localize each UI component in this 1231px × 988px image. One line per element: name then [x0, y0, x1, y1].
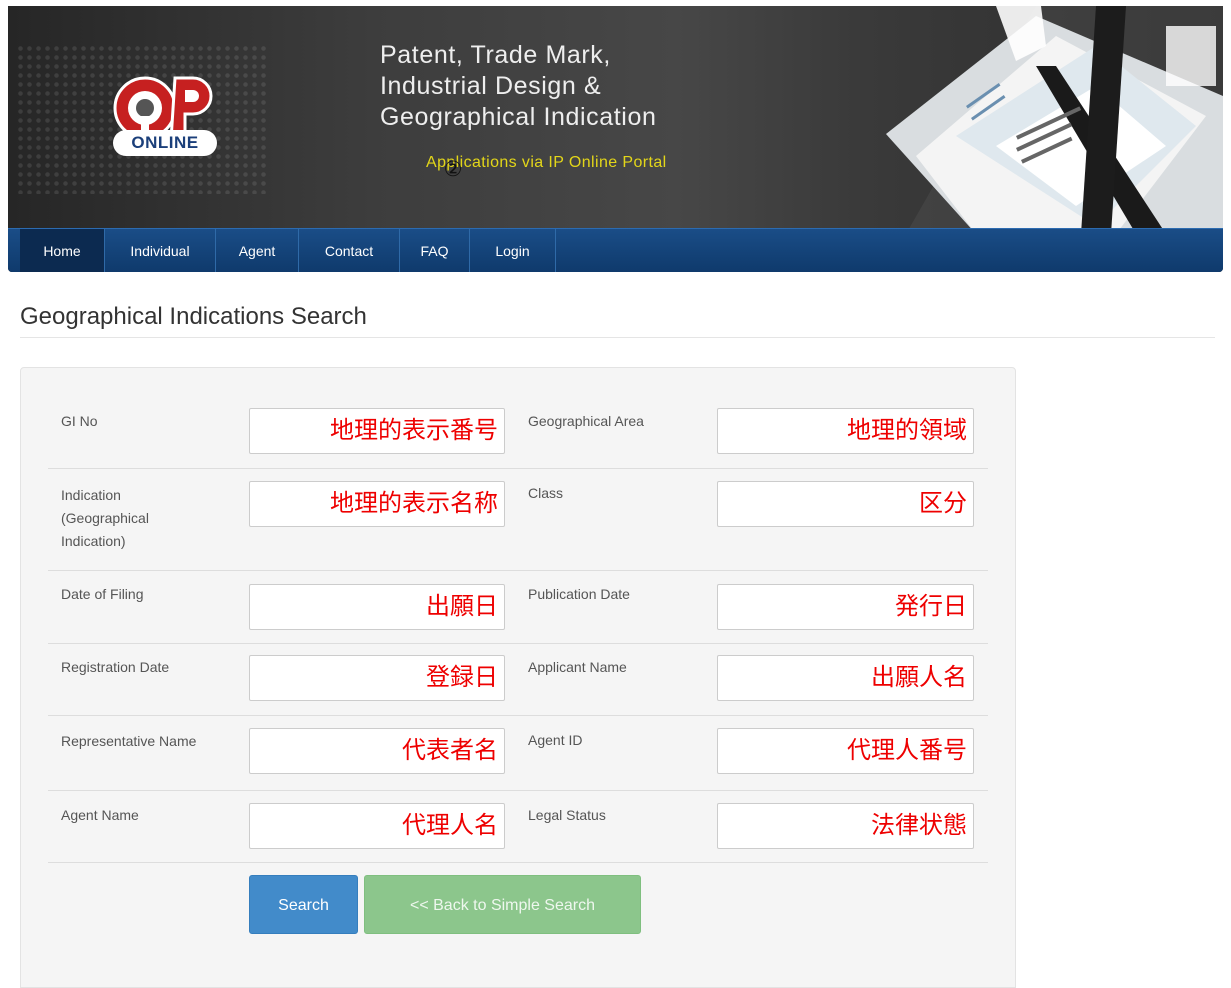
nav-agent[interactable]: Agent — [216, 229, 299, 272]
registration-date-value: 登録日 — [426, 664, 498, 691]
title-divider — [20, 337, 1215, 338]
label-indication: Indication (Geographical Indication) — [61, 487, 149, 549]
geographical-area-value: 地理的領域 — [847, 417, 967, 444]
date-of-filing-value: 出願日 — [426, 593, 498, 620]
gi-no-input[interactable]: 地理的表示番号 — [249, 408, 505, 454]
agent-name-value: 代理人名 — [402, 812, 498, 839]
header-tagline: Patent, Trade Mark, Industrial Design & … — [380, 40, 656, 133]
logo-text: ONLINE — [131, 133, 199, 152]
label-legal-status: Legal Status — [528, 807, 606, 823]
agent-id-value: 代理人番号 — [847, 737, 967, 764]
row-divider — [48, 862, 988, 863]
nav-home[interactable]: Home — [20, 229, 105, 272]
gi-no-value: 地理的表示番号 — [330, 417, 498, 444]
nav-contact[interactable]: Contact — [299, 229, 400, 272]
label-representative-name: Representative Name — [61, 733, 197, 749]
class-value: 区分 — [919, 490, 967, 517]
label-gi-no: GI No — [61, 413, 98, 429]
circled-number-mark: ② — [443, 158, 463, 181]
geographical-area-input[interactable]: 地理的領域 — [717, 408, 974, 454]
tagline-line-2: Industrial Design & — [380, 72, 602, 100]
search-button[interactable]: Search — [249, 875, 358, 934]
agent-name-input[interactable]: 代理人名 — [249, 803, 505, 849]
label-date-of-filing: Date of Filing — [61, 586, 144, 602]
row-divider — [48, 570, 988, 571]
agent-id-input[interactable]: 代理人番号 — [717, 728, 974, 774]
row-divider — [48, 468, 988, 469]
logo-graphic — [113, 76, 217, 156]
legal-status-value: 法律状態 — [871, 812, 967, 839]
label-publication-date: Publication Date — [528, 586, 630, 602]
main-nav: Home Individual Agent Contact FAQ Login — [8, 228, 1223, 272]
nav-faq[interactable]: FAQ — [400, 229, 470, 272]
tagline-line-3: Geographical Indication — [380, 103, 657, 131]
publication-date-input[interactable]: 発行日 — [717, 584, 974, 630]
applicant-name-value: 出願人名 — [871, 664, 967, 691]
indication-input[interactable]: 地理的表示名称 — [249, 481, 505, 527]
back-to-simple-search-button[interactable]: << Back to Simple Search — [364, 875, 641, 934]
label-registration-date: Registration Date — [61, 659, 170, 675]
label-geographical-area: Geographical Area — [528, 413, 644, 429]
row-divider — [48, 643, 988, 644]
label-agent-id: Agent ID — [528, 732, 583, 748]
label-applicant-name: Applicant Name — [528, 659, 627, 675]
nav-individual[interactable]: Individual — [105, 229, 216, 272]
header-banner: ONLINE Patent, Trade Mark, Industrial De… — [8, 6, 1223, 272]
representative-name-input[interactable]: 代表者名 — [249, 728, 505, 774]
label-class: Class — [528, 485, 564, 501]
row-divider — [48, 790, 988, 791]
date-of-filing-input[interactable]: 出願日 — [249, 584, 505, 630]
documents-illustration — [886, 6, 1223, 234]
legal-status-input[interactable]: 法律状態 — [717, 803, 974, 849]
row-divider — [48, 715, 988, 716]
page-title: Geographical Indications Search — [20, 303, 367, 330]
representative-name-value: 代表者名 — [402, 737, 498, 764]
indication-value: 地理的表示名称 — [330, 490, 498, 517]
tagline-line-1: Patent, Trade Mark, — [380, 41, 611, 69]
ip-online-logo[interactable]: ONLINE — [103, 64, 223, 174]
publication-date-value: 発行日 — [895, 593, 967, 620]
nav-login[interactable]: Login — [470, 229, 556, 272]
applicant-name-input[interactable]: 出願人名 — [717, 655, 974, 701]
registration-date-input[interactable]: 登録日 — [249, 655, 505, 701]
class-input[interactable]: 区分 — [717, 481, 974, 527]
label-agent-name: Agent Name — [61, 807, 139, 823]
